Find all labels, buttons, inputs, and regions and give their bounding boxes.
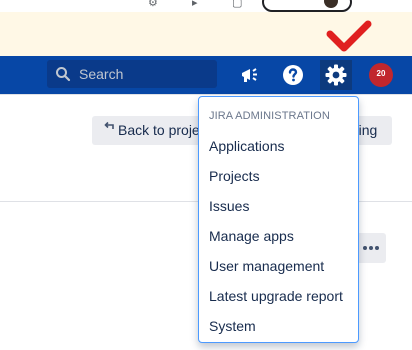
- admin-menu-heading: JIRA ADMINISTRATION: [209, 110, 330, 122]
- more-dots-icon: [363, 246, 367, 250]
- profile-pill[interactable]: [262, 0, 352, 12]
- back-button-label: Back to proje: [118, 122, 200, 138]
- back-arrow-icon: [104, 121, 114, 129]
- settings-button[interactable]: [320, 60, 352, 90]
- menu-item-issues[interactable]: Issues: [209, 198, 249, 214]
- whats-new-button[interactable]: [234, 60, 266, 90]
- menu-item-system[interactable]: System: [209, 318, 256, 334]
- help-icon: [283, 65, 303, 85]
- browser-chrome: ⚙ ▸ ▢: [0, 0, 412, 12]
- search-icon: [56, 67, 71, 82]
- menu-item-user-management[interactable]: User management: [209, 258, 324, 274]
- help-button[interactable]: [277, 60, 309, 90]
- admin-dropdown-menu: JIRA ADMINISTRATION Applications Project…: [198, 96, 359, 343]
- top-navigation-bar: Search 20: [0, 56, 412, 94]
- menu-item-projects[interactable]: Projects: [209, 168, 260, 184]
- extension-icon[interactable]: ⚙: [148, 0, 158, 9]
- menu-item-applications[interactable]: Applications: [209, 138, 285, 154]
- megaphone-icon: [242, 68, 257, 82]
- more-actions-button[interactable]: [356, 233, 386, 263]
- avatar-label: 20: [376, 69, 386, 78]
- search-input[interactable]: Search: [47, 60, 217, 88]
- browser-action-icon[interactable]: ▸: [192, 0, 198, 9]
- menu-item-latest-upgrade-report[interactable]: Latest upgrade report: [209, 288, 343, 304]
- search-placeholder: Search: [79, 66, 124, 82]
- browser-tab-icon[interactable]: ▢: [232, 0, 242, 9]
- menu-item-manage-apps[interactable]: Manage apps: [209, 228, 294, 244]
- header-divider: [0, 94, 412, 95]
- annotation-checkmark-icon: [326, 20, 372, 52]
- user-avatar[interactable]: 20: [369, 63, 393, 87]
- gear-icon: [325, 64, 347, 86]
